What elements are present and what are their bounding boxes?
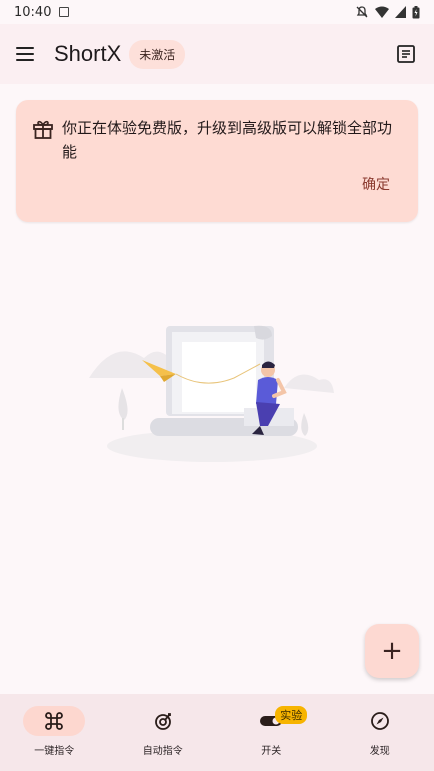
nav-label: 自动指令 xyxy=(142,746,183,757)
confirm-button[interactable]: 确定 xyxy=(362,174,390,194)
plus-icon: + xyxy=(381,636,403,666)
activation-status-badge[interactable]: 未激活 xyxy=(129,39,186,69)
nav-item-auto-command[interactable]: 自动指令 xyxy=(109,694,218,771)
nav-indicator xyxy=(349,706,411,736)
banner-message: 你正在体验免费版，升级到高级版可以解锁全部功能 xyxy=(62,119,393,161)
battery-icon xyxy=(412,5,420,18)
wifi-icon xyxy=(375,6,389,18)
nav-item-discover[interactable]: 发现 xyxy=(326,694,434,771)
app-title: ShortX xyxy=(54,41,122,66)
status-icons xyxy=(355,5,420,19)
top-app-bar: ShortX 未激活 xyxy=(0,24,434,84)
nav-item-switch[interactable]: 实验 开关 xyxy=(217,694,326,771)
nav-label: 发现 xyxy=(369,746,390,757)
compass-icon xyxy=(370,712,389,730)
signal-icon xyxy=(395,6,406,18)
notification-app-icon xyxy=(59,7,70,17)
gift-icon xyxy=(33,120,53,139)
nav-label: 一键指令 xyxy=(34,746,75,757)
menu-icon[interactable] xyxy=(16,42,40,66)
nav-item-one-click-command[interactable]: 一键指令 xyxy=(0,694,109,771)
notifications-off-icon xyxy=(356,6,368,18)
bottom-navigation: 一键指令 自动指令 实验 开关 发现 xyxy=(0,694,434,771)
experimental-badge: 实验 xyxy=(275,706,308,724)
free-version-banner: 你正在体验免费版，升级到高级版可以解锁全部功能 确定 xyxy=(16,100,418,222)
add-command-fab[interactable]: + xyxy=(365,624,419,678)
nav-indicator xyxy=(132,706,194,736)
empty-state-illustration xyxy=(89,325,334,462)
nav-indicator xyxy=(23,706,86,736)
command-icon xyxy=(45,712,64,730)
document-icon[interactable] xyxy=(394,42,418,66)
status-time: 10:40 xyxy=(14,4,52,20)
nav-label: 开关 xyxy=(261,746,282,757)
auto-target-icon xyxy=(154,713,171,730)
status-bar: 10:40 xyxy=(0,0,434,24)
